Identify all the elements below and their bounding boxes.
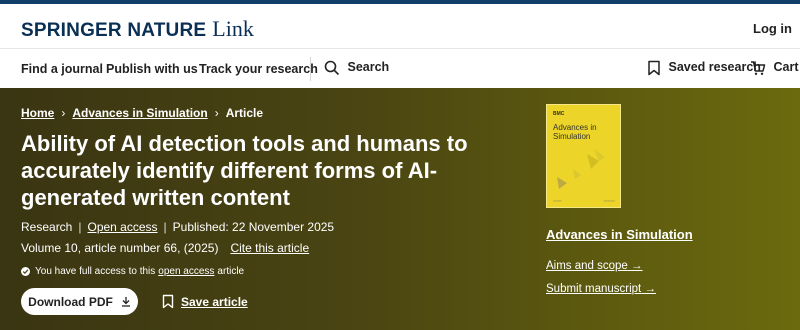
nav-find-journal[interactable]: Find a journal <box>21 62 103 76</box>
download-pdf-label: Download PDF <box>28 294 113 309</box>
article-hero: Home › Advances in Simulation › Article … <box>0 88 800 330</box>
download-icon <box>121 297 130 307</box>
meta-divider: | <box>78 220 82 234</box>
nav-publish[interactable]: Publish with us <box>106 62 198 76</box>
aims-scope-label: Aims and scope <box>546 260 628 272</box>
access-note-end: article <box>217 266 245 277</box>
cover-title-line-1: Advances in <box>553 123 597 132</box>
volume-info: Volume 10, article number 66, (2025) <box>21 241 219 255</box>
login-link[interactable]: Log in <box>753 21 792 36</box>
breadcrumb-journal[interactable]: Advances in Simulation <box>72 106 207 120</box>
logo-main-text: SPRINGER NATURE <box>21 20 207 41</box>
cover-footer: ▭▭▭ ▭▭▭▭ <box>553 199 615 203</box>
download-pdf-button[interactable]: Download PDF <box>21 288 138 315</box>
aims-scope-link[interactable]: Aims and scope → <box>546 260 643 272</box>
submit-manuscript-label: Submit manuscript <box>546 283 642 295</box>
cite-article-link[interactable]: Cite this article <box>230 241 309 255</box>
main-nav: Find a journal Publish with us Track you… <box>0 48 800 88</box>
springer-nature-logo[interactable]: SPRINGER NATURE Link <box>21 16 254 42</box>
bookmark-icon <box>162 294 174 309</box>
bookmark-icon <box>648 60 660 76</box>
arrow-right-icon: → <box>644 283 656 295</box>
chevron-right-icon: › <box>214 106 219 120</box>
nav-saved-research[interactable]: Saved research <box>647 60 761 76</box>
article-type: Research <box>21 220 73 234</box>
cover-brand: BMC <box>553 111 565 117</box>
cover-title-line-2: Simulation <box>553 132 591 141</box>
nav-divider <box>310 57 311 81</box>
access-note-link[interactable]: open access <box>158 266 214 277</box>
nav-saved-label: Saved research <box>668 60 761 75</box>
submit-manuscript-link[interactable]: Submit manuscript → <box>546 283 656 295</box>
access-note: You have full access to this open access… <box>21 266 244 277</box>
save-article-button[interactable]: Save article <box>162 294 248 309</box>
article-meta: Research | Open access | Published: 22 N… <box>21 220 334 234</box>
published-date: Published: 22 November 2025 <box>172 220 335 234</box>
breadcrumb-home[interactable]: Home <box>21 106 54 120</box>
article-volume-row: Volume 10, article number 66, (2025) Cit… <box>21 241 309 255</box>
nav-cart[interactable]: Cart <box>750 60 799 76</box>
open-access-link[interactable]: Open access <box>87 220 157 234</box>
breadcrumb-current: Article <box>225 106 264 120</box>
save-article-label: Save article <box>181 294 248 309</box>
cover-title: Advances in Simulation <box>553 123 597 141</box>
journal-name-link[interactable]: Advances in Simulation <box>546 227 693 242</box>
check-circle-icon <box>21 267 30 276</box>
meta-divider: | <box>163 220 167 234</box>
nav-track-research[interactable]: Track your research <box>199 62 318 76</box>
article-title: Ability of AI detection tools and humans… <box>21 131 468 210</box>
cart-icon <box>751 61 766 75</box>
top-header: SPRINGER NATURE Link Log in <box>0 0 800 48</box>
arrow-right-icon: → <box>631 260 643 272</box>
nav-search-label: Search <box>347 60 390 75</box>
nav-cart-label: Cart <box>773 60 799 75</box>
chevron-right-icon: › <box>61 106 66 120</box>
journal-cover[interactable]: BMC Advances in Simulation ▭▭▭ ▭▭▭▭ <box>546 104 621 208</box>
nav-search[interactable]: Search <box>324 60 389 76</box>
breadcrumb: Home › Advances in Simulation › Article <box>21 106 263 120</box>
access-note-text: You have full access to this <box>35 266 156 277</box>
cover-graphic <box>557 149 605 189</box>
search-icon <box>324 60 340 76</box>
logo-sub-text: Link <box>212 16 254 41</box>
